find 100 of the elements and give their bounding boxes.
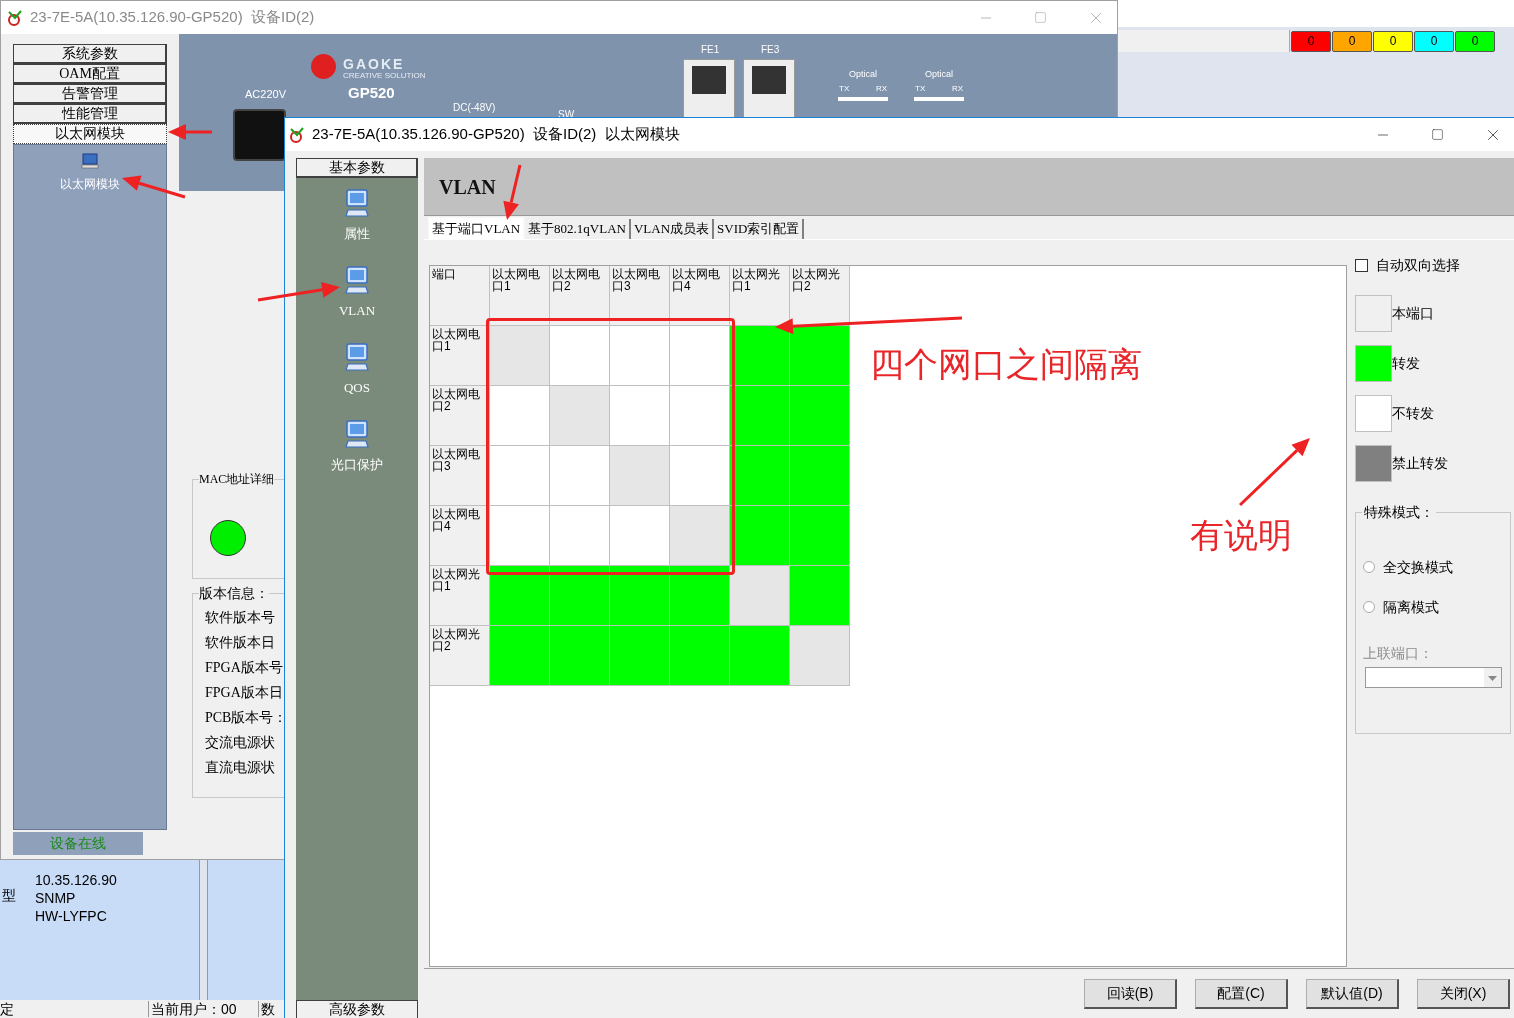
- matrix-cell[interactable]: [490, 326, 550, 386]
- dialog-button[interactable]: 配置(C): [1195, 978, 1288, 1009]
- info-value: 10.35.126.90: [35, 872, 117, 888]
- tab[interactable]: 基于端口VLAN: [428, 217, 526, 239]
- radio-button[interactable]: [1363, 561, 1375, 573]
- basic-params-button[interactable]: 基本参数: [296, 158, 418, 178]
- status-text: 定: [0, 1001, 15, 1017]
- group-title: 版本信息：: [199, 585, 269, 601]
- matrix-cell[interactable]: [790, 386, 850, 446]
- matrix-cell[interactable]: [610, 386, 670, 446]
- column-header: 以太网电口3: [610, 266, 670, 326]
- annotation-arrow: [168, 124, 212, 140]
- matrix-cell[interactable]: [550, 446, 610, 506]
- tx-label: TX: [839, 83, 850, 95]
- matrix-cell[interactable]: [490, 506, 550, 566]
- matrix-cell[interactable]: [670, 326, 730, 386]
- matrix-cell[interactable]: [610, 446, 670, 506]
- group-title: 特殊模式：: [1362, 504, 1436, 520]
- optical-label: Optical: [925, 68, 953, 81]
- computer-icon: [81, 153, 99, 169]
- row-header: 以太网电口3: [430, 446, 490, 506]
- version-row-label: 交流电源状: [205, 734, 276, 752]
- matrix-cell[interactable]: [670, 446, 730, 506]
- column-header: 以太网光口1: [730, 266, 790, 326]
- nav-button[interactable]: 以太网模块: [13, 124, 167, 144]
- advanced-params-button[interactable]: 高级参数: [296, 1000, 418, 1018]
- matrix-cell[interactable]: [790, 566, 850, 626]
- maximize-button[interactable]: [1034, 11, 1047, 24]
- computer-icon: [345, 265, 369, 295]
- nav-button[interactable]: OAM配置: [13, 64, 167, 84]
- matrix-cell[interactable]: [790, 626, 850, 686]
- dropdown-caret-icon: [1484, 668, 1501, 687]
- rx-label: RX: [876, 83, 888, 95]
- dialog-button[interactable]: 默认值(D): [1306, 978, 1399, 1009]
- logo-icon: [311, 54, 336, 79]
- uplink-label: 上联端口：: [1363, 644, 1434, 663]
- ac-label: AC220V: [245, 87, 286, 102]
- checkbox[interactable]: [1355, 258, 1368, 272]
- nav-button[interactable]: 性能管理: [13, 104, 167, 124]
- matrix-cell[interactable]: [550, 626, 610, 686]
- alarm-counter: 0: [1291, 30, 1331, 52]
- matrix-cell[interactable]: [610, 506, 670, 566]
- brand-logo: GAOKE: [343, 55, 405, 73]
- nav-button[interactable]: 系统参数: [13, 44, 167, 64]
- checkbox-label: 自动双向选择: [1376, 255, 1460, 275]
- matrix-cell[interactable]: [610, 326, 670, 386]
- matrix-cell[interactable]: [730, 506, 790, 566]
- matrix-cell[interactable]: [730, 446, 790, 506]
- matrix-cell[interactable]: [550, 566, 610, 626]
- alarm-counter: 0: [1373, 30, 1413, 52]
- group-title: MAC地址详细: [199, 471, 275, 487]
- matrix-cell[interactable]: [550, 386, 610, 446]
- annotation-text: 有说明: [1190, 515, 1292, 555]
- uplink-port-dropdown[interactable]: [1365, 667, 1502, 688]
- matrix-cell[interactable]: [490, 566, 550, 626]
- sidebar-item[interactable]: VLAN: [338, 301, 376, 321]
- matrix-cell[interactable]: [730, 386, 790, 446]
- annotation-text: 四个网口之间隔离: [870, 344, 1142, 384]
- brand-slogan: CREATIVE SOLUTION: [343, 71, 426, 80]
- matrix-cell[interactable]: [550, 506, 610, 566]
- rx-label: RX: [952, 83, 964, 95]
- tab[interactable]: SVID索引配置: [714, 219, 805, 239]
- matrix-cell[interactable]: [490, 386, 550, 446]
- maximize-button[interactable]: [1431, 128, 1444, 141]
- matrix-cell[interactable]: [790, 446, 850, 506]
- sidebar-item[interactable]: 光口保护: [331, 455, 383, 475]
- dialog-button[interactable]: 关闭(X): [1417, 978, 1510, 1009]
- sidebar-item[interactable]: 属性: [344, 224, 370, 244]
- matrix-cell[interactable]: [730, 626, 790, 686]
- matrix-cell[interactable]: [610, 626, 670, 686]
- matrix-cell[interactable]: [670, 386, 730, 446]
- alarm-counter: 0: [1455, 30, 1495, 52]
- page-title: VLAN: [439, 174, 496, 200]
- tx-label: TX: [915, 83, 926, 95]
- matrix-cell[interactable]: [670, 566, 730, 626]
- sidebar-item[interactable]: QOS: [344, 378, 370, 398]
- matrix-cell[interactable]: [610, 566, 670, 626]
- matrix-cell[interactable]: [730, 566, 790, 626]
- status-text: 数: [258, 1001, 275, 1017]
- matrix-cell[interactable]: [730, 326, 790, 386]
- matrix-cell[interactable]: [790, 326, 850, 386]
- dialog-button[interactable]: 回读(B): [1084, 978, 1177, 1009]
- radio-label: 隔离模式: [1383, 597, 1439, 617]
- optical-label: Optical: [849, 68, 877, 81]
- matrix-cell[interactable]: [790, 506, 850, 566]
- computer-icon: [345, 342, 369, 372]
- matrix-cell[interactable]: [490, 446, 550, 506]
- row-header: 以太网电口2: [430, 386, 490, 446]
- nav-button[interactable]: 告警管理: [13, 84, 167, 104]
- matrix-cell[interactable]: [670, 626, 730, 686]
- tab[interactable]: 基于802.1qVLAN: [525, 219, 631, 239]
- matrix-cell[interactable]: [490, 626, 550, 686]
- matrix-cell[interactable]: [550, 326, 610, 386]
- app-logo-icon: [288, 125, 306, 144]
- row-header: 以太网电口1: [430, 326, 490, 386]
- matrix-cell[interactable]: [670, 506, 730, 566]
- device-status: 设备在线: [50, 834, 106, 853]
- legend-label: 不转发: [1392, 403, 1434, 423]
- radio-button[interactable]: [1363, 601, 1375, 613]
- optical-port-bar: [914, 97, 964, 101]
